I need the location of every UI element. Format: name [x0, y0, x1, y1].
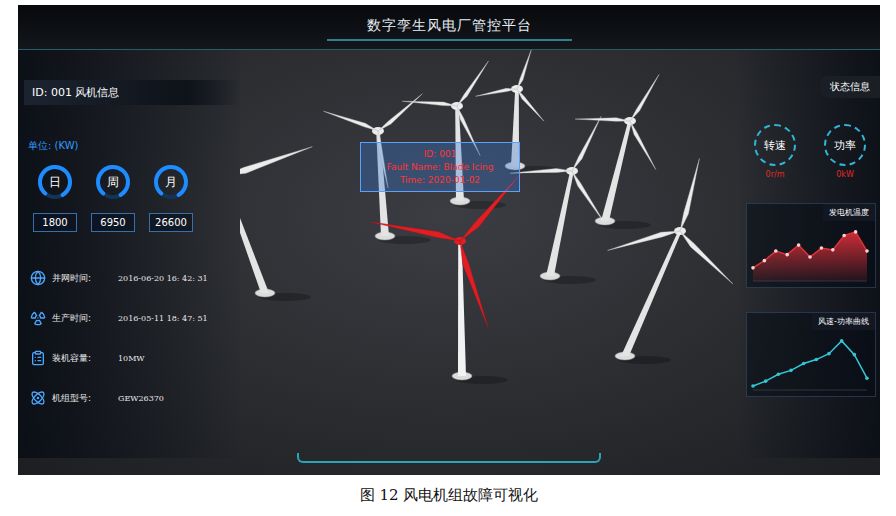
detail-value: 2016-05-11 18: 47: 51: [118, 314, 208, 323]
detail-value: 2016-06-20 16: 42: 31: [118, 274, 208, 283]
panel-title: ID: 001 风机信息: [24, 80, 240, 105]
chart-point: [777, 372, 781, 376]
gauge-dial: 日: [36, 163, 74, 201]
detail-label: 生产时间:: [52, 312, 112, 325]
radiation-icon: [30, 310, 46, 326]
line-chart: [747, 330, 873, 396]
chart-card: 风速-功率曲线: [746, 312, 876, 397]
detail-label: 并网时间:: [52, 272, 112, 285]
chart-point: [751, 384, 755, 388]
wind-turbine[interactable]: [608, 159, 733, 364]
status-circle: 转速: [754, 124, 796, 166]
tooltip-line: Time: 2020-01-02: [400, 175, 480, 185]
detail-label: 机组型号:: [52, 392, 112, 405]
status-item: 功率 0kW: [824, 124, 866, 179]
chart-point: [815, 358, 819, 362]
gauge-dial: 周: [94, 163, 132, 201]
chart-point: [774, 249, 778, 253]
wind-turbine[interactable]: [510, 116, 605, 284]
status-value: 0r/m: [766, 170, 785, 179]
status-title: 状态信息: [820, 76, 880, 98]
chart-title: 风速-功率曲线: [812, 313, 875, 330]
gauge: 日 1800: [26, 163, 84, 232]
chart-title: 发电机温度: [823, 204, 875, 221]
unit-label: 单位: (KW): [28, 139, 240, 153]
detail-label: 装机容量:: [52, 352, 112, 365]
chart-point: [808, 255, 812, 259]
fault-tooltip: ID: 001 Fault Name: Blade Icing Time: 2020…: [360, 142, 520, 192]
gauge-dial: 月: [152, 163, 190, 201]
chart-point: [853, 353, 857, 357]
chart-point: [751, 266, 755, 270]
chart-point: [854, 230, 858, 234]
tooltip-line: Fault Name: Blade Icing: [387, 162, 494, 172]
detail-list: 并网时间: 2016-06-20 16: 42: 31 生产时间: 2016-05-1…: [24, 270, 240, 406]
footer-decoration: [297, 453, 601, 463]
status-panel: 状态信息转速 0r/m 功率 0kW 发电机温度风速-功率曲线: [740, 50, 880, 458]
status-circle: 功率: [824, 124, 866, 166]
turbine-scene: ID: 001 Fault Name: Blade Icing Time: 2020…: [240, 50, 740, 458]
atom-icon: [30, 390, 46, 406]
chart-point: [865, 376, 869, 380]
figure-caption: 图 12 风电机组故障可视化: [18, 475, 880, 516]
detail-value: GEW26370: [118, 394, 164, 403]
status-item: 转速 0r/m: [754, 124, 796, 179]
chart-point: [842, 234, 846, 238]
chart-point: [785, 253, 789, 257]
gauge-row: 日 1800 周 6950 月 26600: [24, 163, 240, 232]
chart-point: [820, 246, 824, 250]
globe-icon: [30, 270, 46, 286]
chart-point: [764, 379, 768, 383]
gauge: 月 26600: [142, 163, 200, 232]
tooltip-line: ID: 001: [424, 149, 457, 159]
dashboard-body: ID: 001 风机信息单位: (KW) 日 1800 周 6950 月 26600 并网时间…: [18, 50, 880, 453]
turbine-info-panel: ID: 001 风机信息单位: (KW) 日 1800 周 6950 月 26600 并网时间…: [18, 50, 240, 458]
platform-title: 数字孪生风电厂管控平台: [327, 13, 572, 41]
chart-point: [763, 259, 767, 263]
detail-value: 10MW: [118, 354, 145, 363]
chart-point: [797, 243, 801, 247]
chart-point: [865, 249, 869, 253]
wind-farm-view[interactable]: [240, 50, 740, 454]
dashboard-screenshot: 数字孪生风电厂管控平台 ID: 001 风机信息单位: (KW) 日 1800 周 695…: [18, 5, 880, 475]
chart-point: [789, 369, 793, 373]
wind-turbine[interactable]: [575, 74, 659, 229]
chart-point: [831, 248, 835, 252]
header: 数字孪生风电厂管控平台: [18, 5, 880, 50]
chart-point: [802, 362, 806, 366]
status-value: 0kW: [836, 170, 854, 179]
area-chart: [747, 221, 873, 287]
gauge-value: 6950: [91, 213, 135, 232]
detail-row: 装机容量: 10MW: [30, 350, 240, 366]
chart-point: [840, 339, 844, 343]
status-row: 转速 0r/m 功率 0kW: [740, 124, 880, 179]
footer: [18, 453, 880, 475]
gauge-label: 日: [36, 163, 74, 201]
gauge-value: 1800: [33, 213, 77, 232]
wind-turbine[interactable]: [240, 112, 312, 301]
gauge-value: 26600: [149, 213, 193, 232]
figure-page: 数字孪生风电厂管控平台 ID: 001 风机信息单位: (KW) 日 1800 周 695…: [0, 0, 896, 516]
faulty-turbine[interactable]: [370, 173, 522, 384]
detail-row: 并网时间: 2016-06-20 16: 42: 31: [30, 270, 240, 286]
detail-row: 机组型号: GEW26370: [30, 390, 240, 406]
chart-point: [827, 352, 831, 356]
detail-row: 生产时间: 2016-05-11 18: 47: 51: [30, 310, 240, 326]
clipboard-icon: [30, 350, 46, 366]
gauge-label: 周: [94, 163, 132, 201]
chart-card: 发电机温度: [746, 203, 876, 288]
gauge: 周 6950: [84, 163, 142, 232]
gauge-label: 月: [152, 163, 190, 201]
